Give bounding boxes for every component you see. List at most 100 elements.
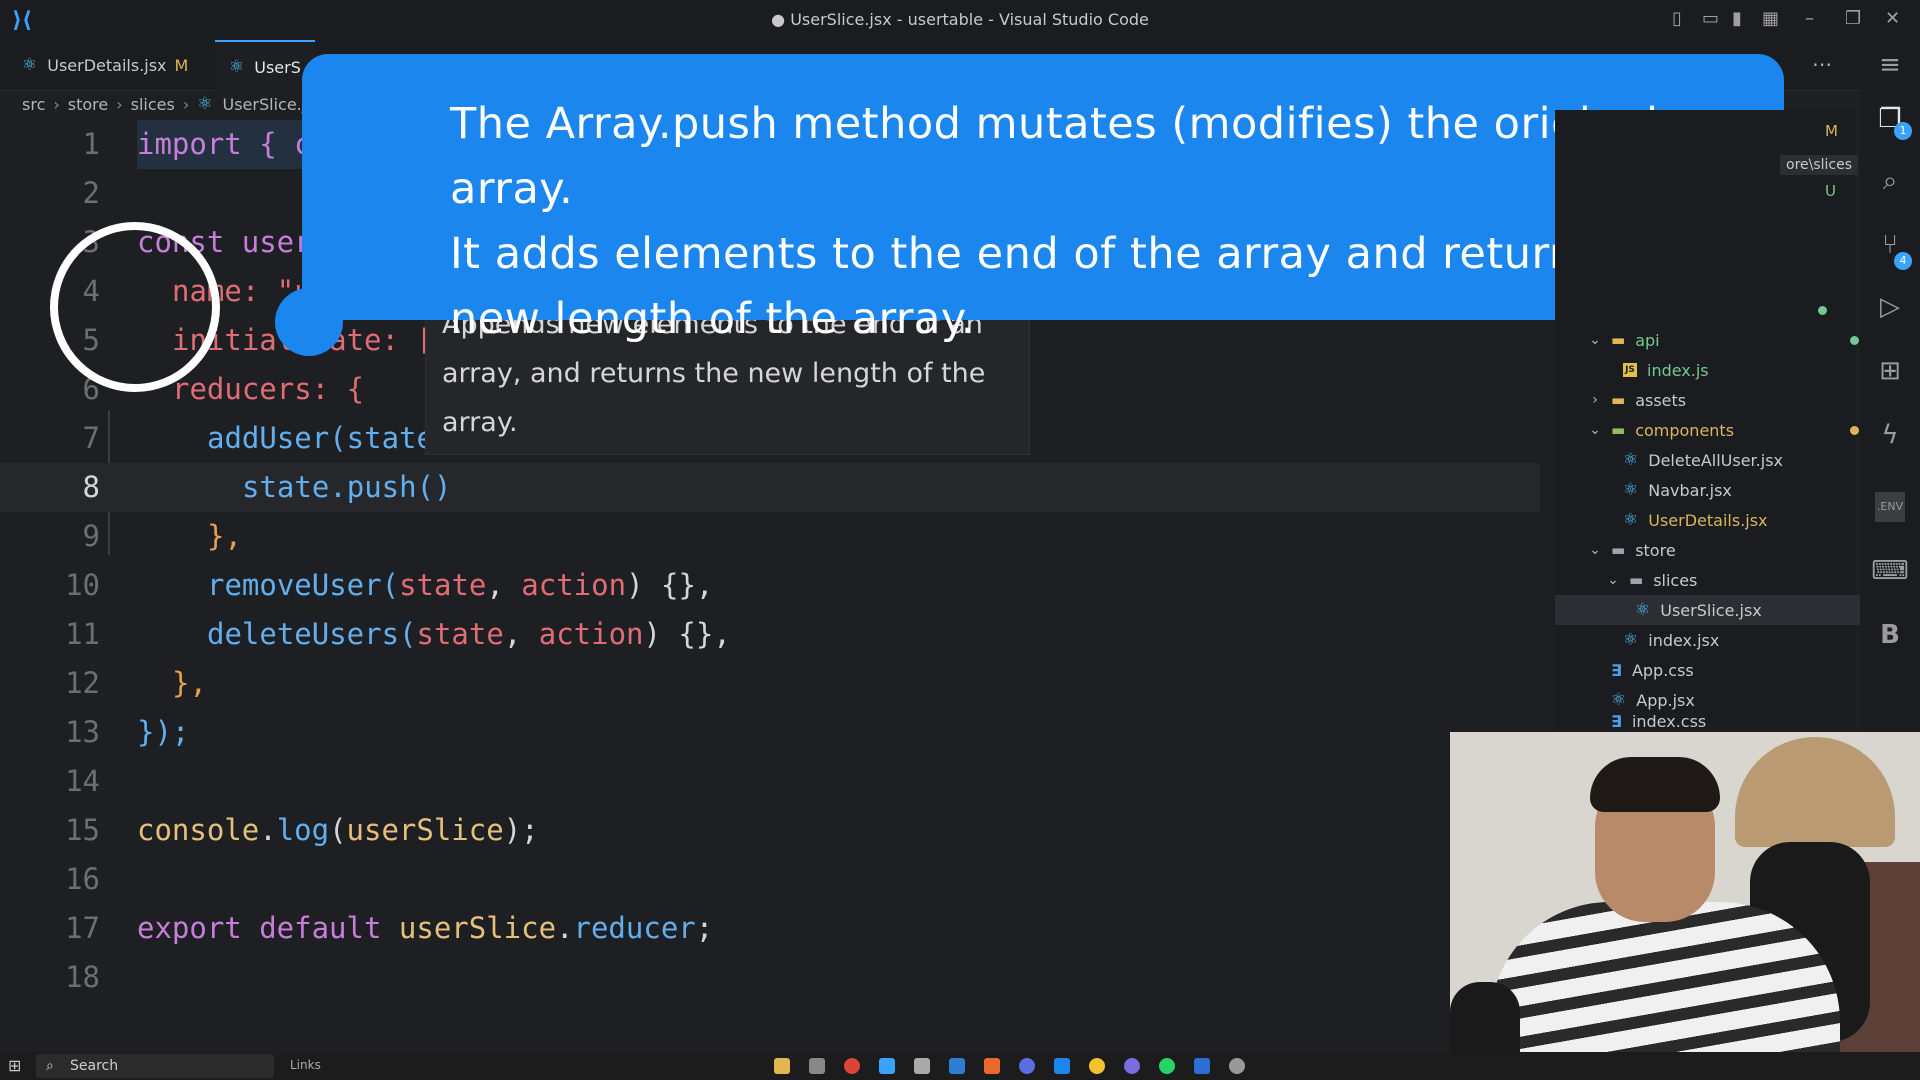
tab-userslice[interactable]: ⚛ UserS (215, 40, 315, 92)
app-icon[interactable] (1194, 1058, 1210, 1074)
chevron-right-icon: › (1592, 392, 1598, 408)
source-control-icon[interactable]: ⑂ (1860, 230, 1920, 260)
react-icon: ⚛ (1635, 600, 1651, 620)
file-explorer: M ore\slices U ⌄▬ api JS index.js U ›▬ a… (1555, 110, 1920, 730)
react-icon: ⚛ (22, 55, 38, 75)
tooltip-line: array. (442, 407, 518, 438)
code-text: }, (207, 519, 242, 553)
tree-folder-components[interactable]: ⌄ ▬ components (1555, 415, 1887, 445)
react-icon: ⚛ (1623, 630, 1639, 650)
modified-badge: M (1825, 122, 1838, 140)
close-icon[interactable]: ✕ (1885, 8, 1900, 29)
tab-label: UserS (254, 57, 301, 77)
folder-icon: ▬ (1629, 571, 1644, 589)
app-icon[interactable] (1229, 1058, 1245, 1074)
code-line[interactable]: 18 (0, 953, 1540, 1002)
b-extension-icon[interactable]: B (1860, 620, 1920, 650)
mail-app-icon[interactable] (879, 1058, 895, 1074)
lightning-icon[interactable]: ϟ (1860, 420, 1920, 450)
folder-icon: ▬ (1611, 421, 1626, 439)
react-icon: ⚛ (1623, 450, 1639, 470)
code-text: reducers: { (172, 372, 365, 406)
react-icon: ⚛ (229, 57, 245, 77)
extensions-icon[interactable]: ⊞ (1860, 356, 1920, 386)
untracked-badge: U (1825, 182, 1836, 200)
windows-start-icon[interactable]: ⊞ (8, 1056, 21, 1075)
tree-file-app-jsx[interactable]: ⚛ App.jsx (1555, 685, 1911, 715)
code-line[interactable]: 10 removeUser(state, action) {}, (0, 561, 1540, 610)
react-icon: ⚛ (1611, 690, 1627, 710)
breadcrumb-item[interactable]: slices (131, 95, 175, 114)
tab-userdetails[interactable]: ⚛ UserDetails.jsx M (8, 40, 202, 90)
code-line[interactable]: 9 }, (0, 512, 1540, 561)
status-dot (1818, 306, 1827, 315)
env-icon[interactable]: .ENV (1875, 492, 1905, 522)
tree-folder-assets[interactable]: › ▬ assets (1555, 385, 1887, 415)
chevron-down-icon: ⌄ (1589, 332, 1601, 348)
tree-file-app-css[interactable]: ∃ App.css (1555, 655, 1911, 685)
code-line[interactable]: 12 }, (0, 659, 1540, 708)
code-text: addUser(state (207, 421, 434, 455)
code-line[interactable]: 14 (0, 757, 1540, 806)
tree-folder-api[interactable]: ⌄ ▬ api (1555, 325, 1887, 355)
os-taskbar: ⊞ ⌕ Search Links (0, 1052, 1920, 1080)
breadcrumb-item[interactable]: src (22, 95, 45, 114)
code-line[interactable]: 15 console.log(userSlice); (0, 806, 1540, 855)
tab-label: UserDetails.jsx (47, 55, 167, 75)
toggle-secondary-sidebar-icon[interactable]: ▮ (1732, 8, 1742, 29)
breadcrumb-item[interactable]: UserSlice.js (223, 95, 315, 114)
folder-icon: ▬ (1611, 391, 1626, 409)
code-line[interactable]: 17 export default userSlice.reducer; (0, 904, 1540, 953)
restore-icon[interactable]: ❐ (1845, 8, 1861, 29)
tree-folder-store[interactable]: ⌄ ▬ store (1555, 535, 1887, 565)
more-actions-icon[interactable]: ⋯ (1812, 52, 1832, 76)
status-dot (1850, 335, 1859, 345)
app-icon[interactable] (1089, 1058, 1105, 1074)
app-icon[interactable] (914, 1058, 930, 1074)
file-explorer-app-icon[interactable] (774, 1058, 790, 1074)
folder-icon: ▬ (1611, 541, 1626, 559)
app-icon[interactable] (984, 1058, 1000, 1074)
search-icon[interactable]: ⌕ (1860, 166, 1920, 197)
code-text: }); (137, 715, 190, 749)
react-icon: ⚛ (1623, 480, 1639, 500)
chevron-down-icon: ⌄ (1607, 572, 1619, 588)
breadcrumb-item[interactable]: store (68, 95, 108, 114)
app-icon[interactable] (1124, 1058, 1140, 1074)
terminal-icon[interactable]: ⌨ (1860, 556, 1920, 586)
code-line[interactable]: 13 }); (0, 708, 1540, 757)
app-icon[interactable] (809, 1058, 825, 1074)
chrome-app-icon[interactable] (844, 1058, 860, 1074)
css-file-icon: ∃ (1611, 660, 1622, 680)
explorer-path-hint: ore\slices (1780, 155, 1859, 175)
app-icon[interactable] (1019, 1058, 1035, 1074)
code-line-current[interactable]: 8 state.push() (0, 463, 1540, 512)
whatsapp-app-icon[interactable] (1159, 1058, 1175, 1074)
taskbar-search[interactable]: ⌕ Search (36, 1054, 274, 1078)
chevron-down-icon: ⌄ (1589, 542, 1601, 558)
scm-badge: 4 (1894, 252, 1912, 270)
toggle-sidebar-icon[interactable]: ▯ (1672, 8, 1682, 29)
react-icon: ⚛ (197, 94, 213, 114)
links-toolbar[interactable]: Links (290, 1058, 321, 1072)
menu-icon[interactable]: ≡ (1860, 50, 1920, 80)
customize-layout-icon[interactable]: ▦ (1762, 8, 1779, 29)
tooltip-line: array, and returns the new length of the (442, 358, 986, 389)
run-debug-icon[interactable]: ▷ (1860, 292, 1920, 322)
tree-folder-slices[interactable]: ⌄ ▬ slices (1555, 565, 1905, 595)
tree-file-index-css[interactable]: ∃ index.css (1555, 713, 1911, 730)
css-file-icon: ∃ (1611, 713, 1622, 730)
code-line[interactable]: 16 (0, 855, 1540, 904)
modified-badge: M (174, 55, 189, 75)
person-hair (1590, 757, 1720, 812)
code-line[interactable]: 11 deleteUsers(state, action) {}, (0, 610, 1540, 659)
vscode-app-icon[interactable] (1054, 1058, 1070, 1074)
explorer-badge: 1 (1894, 122, 1912, 140)
js-file-icon: JS (1623, 363, 1637, 377)
minimize-icon[interactable]: – (1805, 8, 1814, 29)
chevron-down-icon: ⌄ (1589, 422, 1601, 438)
toggle-panel-icon[interactable]: ▭ (1702, 8, 1719, 29)
react-icon: ⚛ (1623, 510, 1639, 530)
app-icon[interactable] (949, 1058, 965, 1074)
search-icon: ⌕ (46, 1058, 54, 1074)
